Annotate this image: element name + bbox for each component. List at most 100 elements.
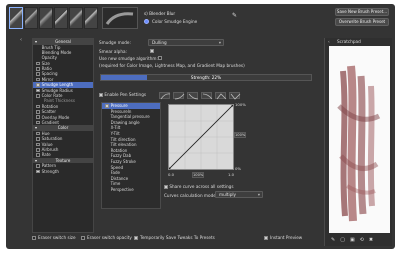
brush-preview-thumbnail xyxy=(102,7,138,29)
use-new-algo-checkbox[interactable] xyxy=(158,56,162,60)
option-label: Strength xyxy=(41,168,59,174)
sensor-curve-editor[interactable] xyxy=(168,104,234,170)
scratchpad-tools: ✎ ▢ ▣ ⟲ ✖ xyxy=(331,237,373,243)
instant-preview-option[interactable]: Instant Preview xyxy=(264,235,302,240)
sensor-list: Pressure PressureIn Tangential pressure Dra… xyxy=(101,102,161,209)
option-checkbox[interactable] xyxy=(36,110,40,114)
preset-thumb[interactable] xyxy=(84,7,98,29)
collapse-arrow-icon[interactable]: ‹ xyxy=(20,37,22,43)
sensor-item[interactable]: Perspective xyxy=(102,187,160,193)
option-checkbox[interactable] xyxy=(36,153,40,157)
strength-slider[interactable]: Strength: 22% xyxy=(100,74,312,81)
option-checkbox[interactable] xyxy=(36,137,40,141)
eraser-size-option[interactable]: Eraser switch size xyxy=(32,235,76,240)
sensor-label: Perspective xyxy=(110,186,134,192)
preset-thumb[interactable] xyxy=(69,7,83,29)
sensor-checkbox[interactable] xyxy=(105,104,109,108)
section-header[interactable]: ▾ General xyxy=(33,39,93,45)
section-title: Texture xyxy=(55,157,71,163)
brush-icon[interactable]: ✎ xyxy=(331,237,335,243)
option-checkbox[interactable] xyxy=(36,142,40,147)
share-curve-label: Share curve across all settings xyxy=(169,184,234,189)
x-min-label: 0.0 xyxy=(168,172,175,177)
instant-preview-label: Instant Preview xyxy=(270,235,303,240)
curve-preset-button[interactable] xyxy=(173,92,185,100)
scratchpad-title: Scratchpad xyxy=(337,39,361,44)
eraser-opacity-label: Eraser switch opacity xyxy=(87,235,132,240)
chevron-down-icon: ▾ xyxy=(35,39,38,44)
curve-preset-button[interactable] xyxy=(187,92,199,100)
smear-alpha-checkbox[interactable] xyxy=(150,49,154,53)
x-max-label: 1.0 xyxy=(228,172,235,177)
preset-strip xyxy=(9,7,98,29)
overwrite-preset-button[interactable]: Overwrite Brush Preset xyxy=(335,18,389,26)
curve-y-spinbox[interactable]: 100% xyxy=(234,132,246,138)
option-checkbox[interactable] xyxy=(36,120,40,125)
curve-preset-button[interactable] xyxy=(159,92,171,100)
option-checkbox[interactable] xyxy=(36,61,40,66)
curve-x-spinbox[interactable]: 100% xyxy=(192,172,204,178)
option-checkbox[interactable] xyxy=(36,88,40,93)
eraser-size-label: Eraser switch size xyxy=(38,235,76,240)
gradient-icon[interactable]: ▣ xyxy=(350,237,355,243)
preset-thumb[interactable] xyxy=(39,7,53,29)
option-checkbox[interactable] xyxy=(36,77,40,82)
eraser-size-checkbox[interactable] xyxy=(32,235,36,240)
option-checkbox[interactable] xyxy=(36,66,40,71)
option-checkbox[interactable] xyxy=(36,131,40,136)
section-header[interactable]: ▾ Texture xyxy=(33,157,93,164)
curve-preset-button[interactable] xyxy=(201,92,213,100)
brush-option-item[interactable]: Strength xyxy=(33,169,93,174)
edit-name-icon[interactable]: ✎ xyxy=(232,12,237,19)
enable-pen-checkbox[interactable] xyxy=(99,93,103,97)
option-checkbox[interactable] xyxy=(36,72,40,76)
section-title: General xyxy=(55,39,71,44)
share-curve-checkbox[interactable] xyxy=(164,185,168,189)
engine-label: Color Smudge Engine xyxy=(152,19,198,24)
curve-preset-button[interactable] xyxy=(229,92,241,100)
brush-options-list: ▾ General Brush Tip Blending Mode Opacity Siz… xyxy=(32,38,94,233)
curves-calc-label: Curves calculation mode: xyxy=(164,193,218,198)
option-checkbox[interactable] xyxy=(36,93,40,98)
trash-icon[interactable]: ✖ xyxy=(369,237,373,243)
fill-icon[interactable]: ▢ xyxy=(340,237,345,243)
option-checkbox[interactable] xyxy=(36,164,40,168)
curve-top-label: 100% xyxy=(235,102,246,107)
option-checkbox[interactable] xyxy=(36,169,40,174)
temp-save-option[interactable]: Temporarily Save Tweaks To Presets xyxy=(134,235,215,240)
preset-thumb[interactable] xyxy=(24,7,38,29)
preset-thumb[interactable] xyxy=(9,7,23,29)
share-curve-option[interactable]: Share curve across all settings xyxy=(164,184,234,189)
chevron-down-icon: ▾ xyxy=(35,157,38,163)
section-title: Color xyxy=(57,125,69,131)
smudge-mode-select[interactable]: Dulling xyxy=(148,39,224,46)
strength-slider-text: Strength: 22% xyxy=(190,75,222,80)
brush-name[interactable]: s) Blender Blur xyxy=(144,11,175,16)
section-header[interactable]: ▾ Color xyxy=(33,125,93,131)
curve-preset-shapes xyxy=(159,92,241,100)
engine-indicator: Color Smudge Engine xyxy=(144,19,197,24)
curves-calc-select[interactable]: multiply xyxy=(215,191,263,198)
option-checkbox[interactable] xyxy=(36,83,40,87)
engine-icon xyxy=(144,19,149,24)
reset-icon[interactable]: ⟲ xyxy=(360,237,364,243)
save-new-preset-button[interactable]: Save New Brush Preset... xyxy=(335,8,389,16)
option-checkbox[interactable] xyxy=(36,147,40,152)
eraser-opacity-option[interactable]: Eraser switch opacity xyxy=(81,235,132,240)
temp-save-checkbox[interactable] xyxy=(134,235,138,240)
chevron-down-icon: ▾ xyxy=(35,125,38,131)
use-new-algo-label: Use new smudge algorithm: xyxy=(99,56,158,61)
eraser-opacity-checkbox[interactable] xyxy=(81,235,85,240)
scratchpad-canvas[interactable] xyxy=(329,46,390,233)
scratchpad-collapse-icon[interactable]: ‹ xyxy=(328,39,330,44)
preset-thumb[interactable] xyxy=(54,7,68,29)
instant-preview-checkbox[interactable] xyxy=(264,235,268,240)
brush-editor-window: s) Blender Blur Color Smudge Engine ✎ Sa… xyxy=(6,4,395,249)
smudge-mode-label: Smudge mode: xyxy=(99,40,131,45)
curve-bottom-label: 0% xyxy=(235,166,242,171)
temp-save-label: Temporarily Save Tweaks To Presets xyxy=(140,235,215,240)
enable-pen-settings[interactable]: Enable Pen Settings xyxy=(99,92,146,97)
option-checkbox[interactable] xyxy=(36,115,40,120)
curve-preset-button[interactable] xyxy=(215,92,227,100)
option-checkbox[interactable] xyxy=(36,104,40,109)
